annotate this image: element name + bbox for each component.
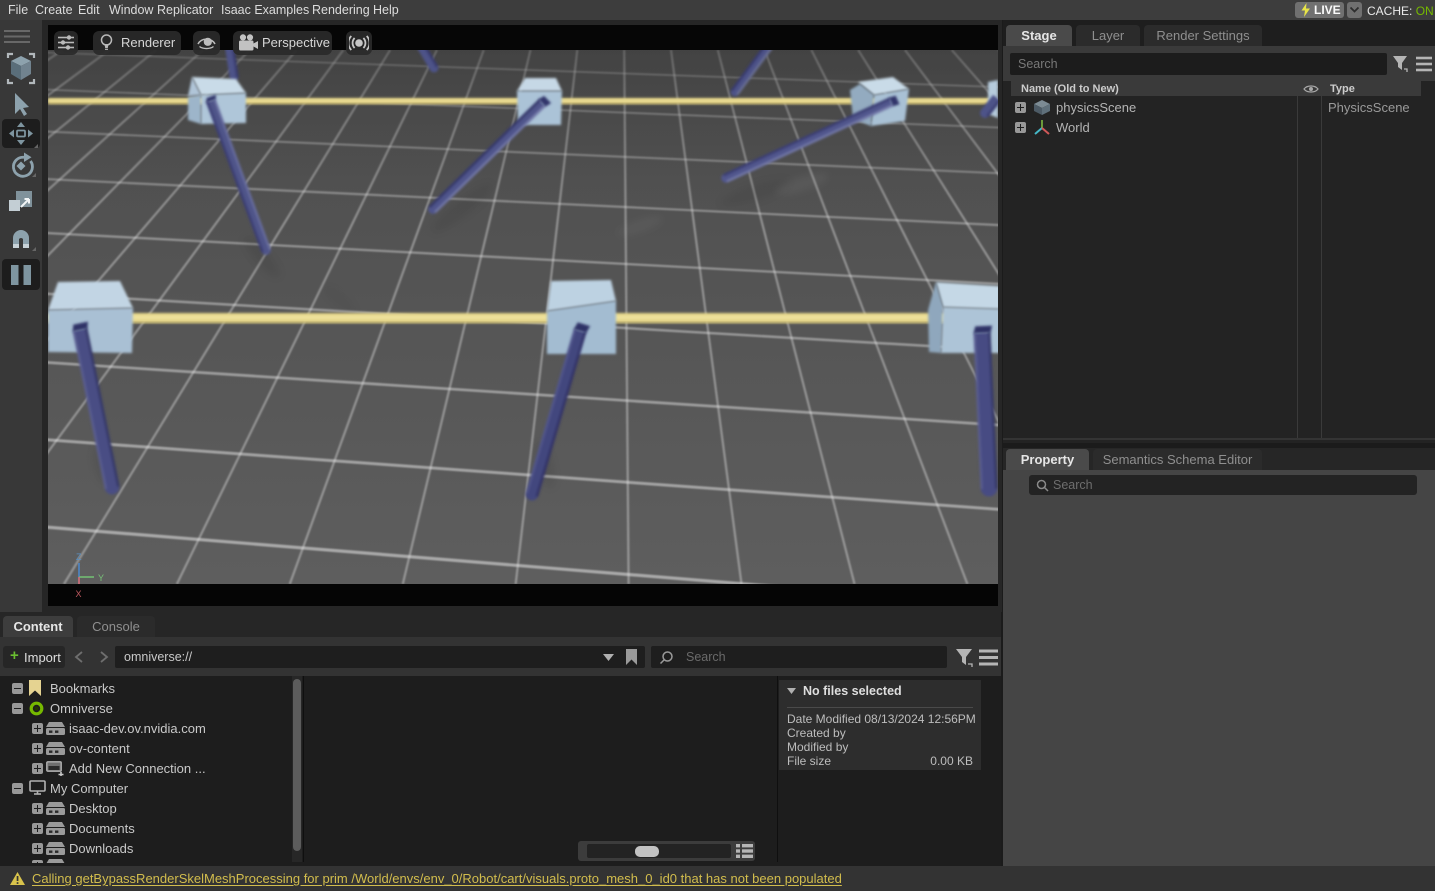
svg-text:Y: Y <box>98 573 104 583</box>
svg-text:X: X <box>76 589 82 599</box>
svg-text:Z: Z <box>76 552 82 562</box>
